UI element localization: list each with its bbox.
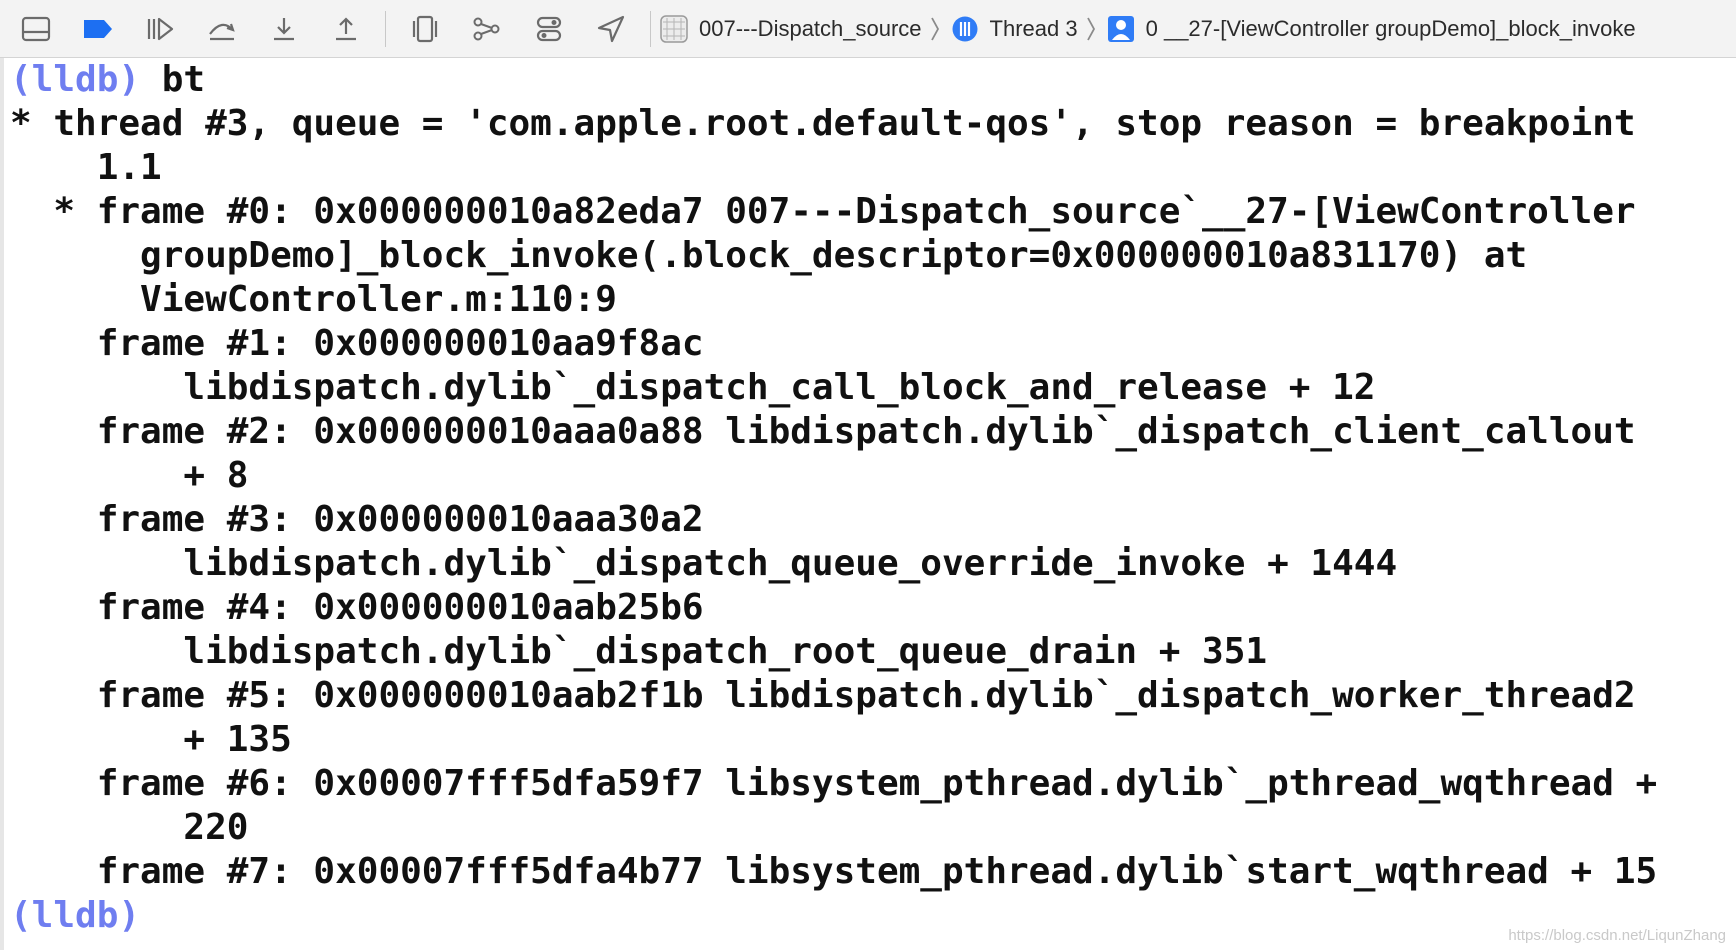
toolbar-divider [650,10,651,47]
environment-overrides-icon[interactable] [527,9,571,49]
memory-graph-icon[interactable] [465,9,509,49]
step-over-icon[interactable] [200,9,244,49]
console-line: frame #1: 0x000000010aa9f8ac [10,323,704,364]
debug-toolbar: 007---Dispatch_source Thread 3 0 __27-[V… [0,0,1736,58]
console-line: frame #6: 0x00007fff5dfa59f7 libsystem_p… [10,763,1658,804]
console-line: libdispatch.dylib`_dispatch_root_queue_d… [10,631,1268,672]
console-command-line: (lldb) bt [10,58,1736,102]
watermark: https://blog.csdn.net/LiqunZhang [1508,927,1726,944]
console-line: groupDemo]_block_invoke(.block_descripto… [10,235,1528,276]
step-into-icon[interactable] [262,9,306,49]
breadcrumb-thread[interactable]: Thread 3 [990,16,1078,42]
console-line: libdispatch.dylib`_dispatch_queue_overri… [10,543,1398,584]
continue-icon[interactable] [138,9,182,49]
console-line: frame #3: 0x000000010aaa30a2 [10,499,704,540]
console-line: frame #5: 0x000000010aab2f1b libdispatch… [10,675,1636,716]
debug-view-hierarchy-icon[interactable] [403,9,447,49]
console-line: + 135 [10,719,292,760]
lldb-prompt: (lldb) [10,59,141,100]
console-line: + 8 [10,455,249,496]
breadcrumb: 007---Dispatch_source Thread 3 0 __27-[V… [659,9,1636,49]
console-line: libdispatch.dylib`_dispatch_call_block_a… [10,367,1376,408]
breakpoints-toggle-icon[interactable] [76,9,120,49]
lldb-console[interactable]: (lldb) bt * thread #3, queue = 'com.apple… [0,58,1736,950]
console-command: bt [140,59,206,100]
thread-icon [950,14,980,44]
stack-frame-user-icon [1106,14,1136,44]
step-out-icon[interactable] [324,9,368,49]
chevron-right-icon [1086,16,1096,42]
console-line: 1.1 [10,147,162,188]
console-line: 220 [10,807,249,848]
chevron-right-icon [930,16,940,42]
console-line: frame #2: 0x000000010aaa0a88 libdispatch… [10,411,1636,452]
lldb-prompt-input[interactable]: (lldb) [10,894,1736,938]
toolbar-divider [385,10,386,47]
breadcrumb-frame[interactable]: 0 __27-[ViewController groupDemo]_block_… [1146,16,1636,42]
app-target-icon [659,14,689,44]
console-line: frame #7: 0x00007fff5dfa4b77 libsystem_p… [10,851,1658,892]
console-output: (lldb) bt * thread #3, queue = 'com.apple… [4,58,1736,938]
simulate-location-icon[interactable] [589,9,633,49]
console-line: * frame #0: 0x000000010a82eda7 007---Dis… [10,191,1636,232]
hide-debug-area-icon[interactable] [14,9,58,49]
breadcrumb-target[interactable]: 007---Dispatch_source [699,16,922,42]
console-line: * thread #3, queue = 'com.apple.root.def… [10,103,1636,144]
console-line: frame #4: 0x000000010aab25b6 [10,587,704,628]
console-line: ViewController.m:110:9 [10,279,617,320]
